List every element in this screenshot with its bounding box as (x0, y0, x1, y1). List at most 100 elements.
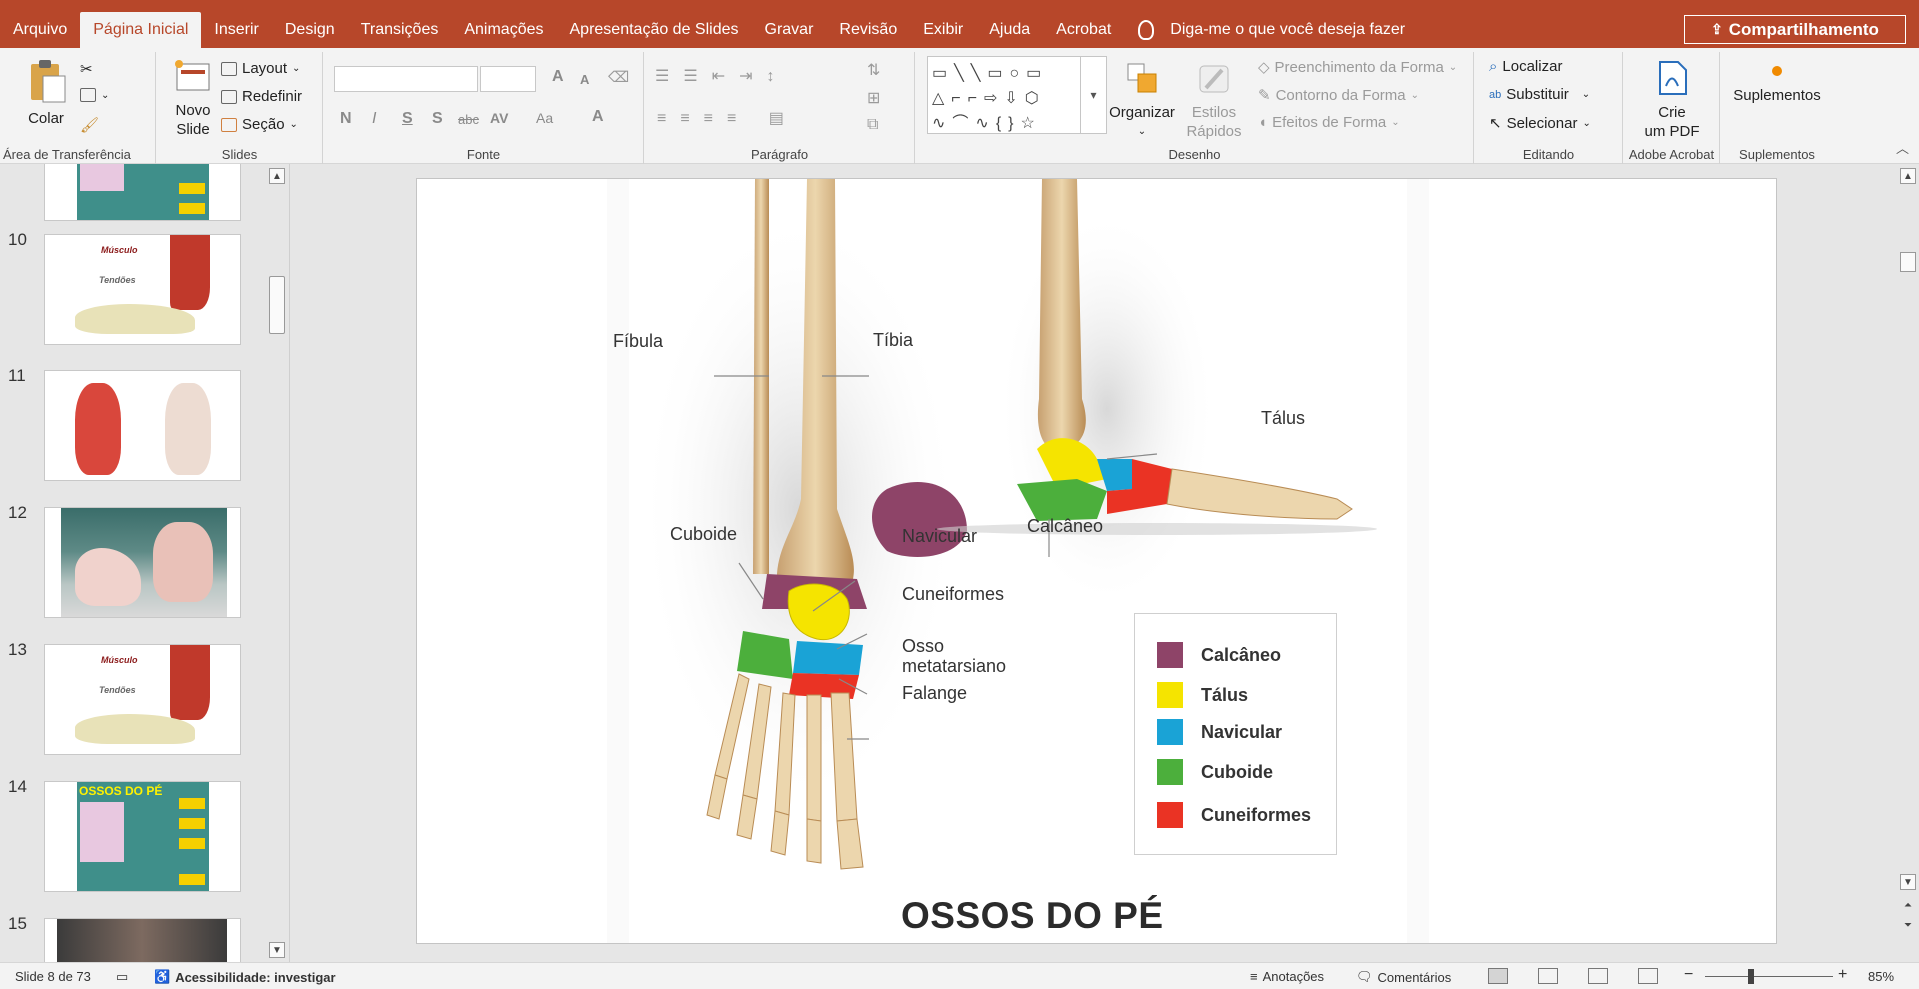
copy-button[interactable]: ⌄ (80, 88, 109, 102)
slide-thumbnail[interactable] (44, 918, 241, 962)
select-button[interactable]: ↖ Selecionar ⌄ (1489, 114, 1591, 133)
italic-button[interactable]: I (372, 110, 376, 128)
zoom-in-icon[interactable]: + (1838, 966, 1847, 984)
slide-thumbnail[interactable]: Músculo Tendões (44, 644, 241, 755)
tab-acrobat[interactable]: Acrobat (1043, 0, 1124, 48)
scroll-up-icon[interactable]: ▲ (269, 168, 285, 184)
underline-button[interactable]: S (402, 110, 413, 128)
shadow-button[interactable]: S (432, 110, 443, 128)
strikethrough-button[interactable]: abc (458, 112, 479, 127)
scroll-down-icon[interactable]: ▼ (1900, 874, 1916, 890)
slide-thumbnail[interactable]: OSSOS DO PÉ (44, 781, 241, 892)
current-slide[interactable]: Fíbula Tíbia Tálus Calcâneo Cuboide Navi… (416, 178, 1777, 944)
tab-exibir[interactable]: Exibir (910, 0, 976, 48)
comments-button[interactable]: 🗨 Comentários (1356, 969, 1451, 985)
reset-button[interactable]: Redefinir (221, 88, 302, 105)
legend-item: Navicular (1157, 719, 1282, 745)
accessibility-status[interactable]: ♿ Acessibilidade: investigar (154, 969, 336, 985)
scroll-down-icon[interactable]: ▼ (269, 942, 285, 958)
find-button[interactable]: ⌕ Localizar (1489, 58, 1562, 75)
paste-button[interactable]: Colar (22, 58, 70, 128)
text-direction-icon: ⇅ (867, 62, 881, 79)
legend-swatch (1157, 759, 1183, 785)
slide-thumbnail[interactable] (44, 164, 241, 221)
section-button[interactable]: Seção ⌄ (221, 116, 298, 133)
shapes-more-button[interactable]: ▾ (1080, 57, 1106, 133)
grow-font-button[interactable]: A (552, 68, 564, 86)
align-text-button[interactable]: ⊞ (867, 88, 880, 108)
slideshow-icon[interactable] (1638, 968, 1658, 984)
spelling-icon[interactable]: ▭ (116, 969, 128, 985)
tab-inserir[interactable]: Inserir (201, 0, 271, 48)
bold-button[interactable]: N (340, 110, 352, 128)
layout-button[interactable]: Layout ⌄ (221, 60, 300, 77)
replace-button[interactable]: ab Substituir ⌄ (1489, 86, 1590, 103)
scroll-up-icon[interactable]: ▲ (1900, 168, 1916, 184)
format-painter-button[interactable]: 🖌 (80, 116, 99, 134)
new-slide-button[interactable]: Novo Slide (163, 58, 223, 139)
tab-ajuda[interactable]: Ajuda (976, 0, 1043, 48)
smartart-button[interactable]: ⧉ (867, 116, 878, 134)
clear-format-button[interactable]: ⌫ (608, 68, 629, 86)
tab-transicoes[interactable]: Transições (348, 0, 452, 48)
font-size-select[interactable] (480, 66, 536, 92)
tab-revisao[interactable]: Revisão (826, 0, 910, 48)
shapes-gallery[interactable]: ▭╲╲▭○▭ △⌐⌐⇨⇩⬡ ∿⌒∿{}☆ ▾ (927, 56, 1107, 134)
zoom-slider-thumb[interactable] (1748, 969, 1754, 984)
tab-arquivo[interactable]: Arquivo (0, 0, 80, 48)
thumbnail-scrollbar[interactable]: ▲ ▼ (266, 164, 288, 962)
normal-view-icon[interactable] (1488, 968, 1508, 984)
change-case-button[interactable]: Aa (536, 110, 553, 126)
tab-pagina-inicial[interactable]: Página Inicial (80, 12, 202, 48)
thumbnail-content (75, 383, 121, 475)
legend-swatch (1157, 642, 1183, 668)
font-color-button[interactable]: A (592, 108, 604, 126)
slide-title[interactable]: OSSOS DO PÉ (901, 895, 1164, 937)
collapse-ribbon-icon[interactable]: ︿ (1896, 138, 1909, 157)
font-family-select[interactable] (334, 66, 478, 92)
tab-apresentacao[interactable]: Apresentação de Slides (557, 0, 752, 48)
list-buttons[interactable]: ☰☰⇤⇥↕ (655, 66, 789, 86)
slide-thumbnail[interactable] (44, 507, 241, 618)
quick-styles-button[interactable]: Estilos Rápidos (1174, 58, 1254, 141)
find-label: Localizar (1502, 58, 1563, 75)
slide-thumbnail[interactable] (44, 370, 241, 481)
slide-counter: Slide 8 de 73 (15, 969, 91, 984)
tab-animacoes[interactable]: Animações (451, 0, 556, 48)
legend-item: Cuboide (1157, 759, 1273, 785)
addins-button[interactable]: Suplementos (1727, 66, 1827, 105)
share-button[interactable]: ⇪ Compartilhamento (1684, 15, 1906, 44)
tab-gravar[interactable]: Gravar (752, 0, 827, 48)
legend-item: Cuneiformes (1157, 802, 1311, 828)
editor-scrollbar[interactable]: ▲ ▼ ⏶ ⏷ (1897, 164, 1919, 962)
shape-outline-button[interactable]: ✎ Contorno da Forma ⌄ (1258, 86, 1419, 105)
text-direction-button[interactable]: ⇅ (867, 60, 880, 80)
zoom-out-icon[interactable]: − (1684, 966, 1693, 984)
tell-me-search[interactable]: Diga-me o que você deseja fazer (1138, 0, 1405, 48)
clipboard-group-label: Área de Transferência (3, 147, 131, 162)
shape-effects-button[interactable]: ◖ Efeitos de Forma ⌄ (1258, 114, 1400, 131)
scrollbar-thumb[interactable] (269, 276, 285, 334)
label-metatarsal: Osso metatarsiano (902, 636, 1006, 676)
cut-button[interactable]: ✂ (80, 60, 93, 78)
slide-sorter-icon[interactable] (1538, 968, 1558, 984)
label-metatarsal-line-1: Osso (902, 636, 945, 656)
char-spacing-button[interactable]: AV (490, 110, 508, 126)
lightbulb-icon (1138, 20, 1155, 40)
shape-fill-button[interactable]: ◇ Preenchimento da Forma ⌄ (1258, 58, 1457, 77)
zoom-slider[interactable] (1705, 976, 1833, 977)
tab-design[interactable]: Design (272, 0, 348, 48)
previous-slide-icon[interactable]: ⏶ (1900, 898, 1916, 914)
layout-label: Layout (242, 60, 288, 77)
align-buttons[interactable]: ≡≡≡≡ ▤ (657, 108, 798, 128)
zoom-level[interactable]: 85% (1868, 969, 1894, 984)
create-pdf-button[interactable]: Crie um PDF (1632, 58, 1712, 141)
shrink-font-button[interactable]: A (580, 72, 589, 87)
next-slide-icon[interactable]: ⏷ (1900, 918, 1916, 934)
scrollbar-thumb[interactable] (1900, 252, 1916, 272)
arrange-button[interactable]: Organizar ⌄ (1108, 58, 1176, 141)
clipboard-group: Colar ✂ ⌄ 🖌 Área de Transferência (0, 52, 156, 164)
slide-thumbnail[interactable]: Músculo Tendões (44, 234, 241, 345)
notes-button[interactable]: ≡ Anotações (1250, 969, 1324, 984)
reading-view-icon[interactable] (1588, 968, 1608, 984)
